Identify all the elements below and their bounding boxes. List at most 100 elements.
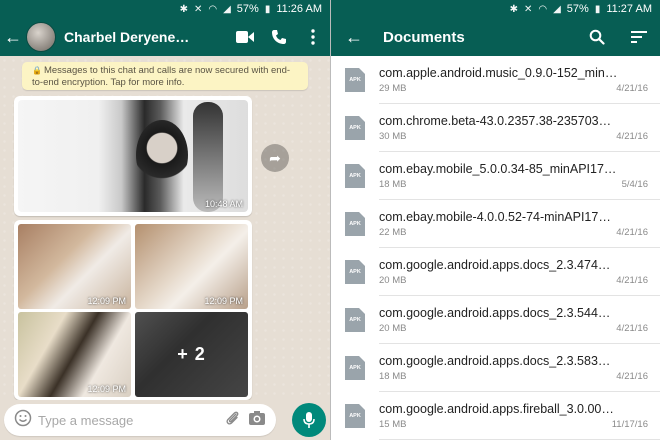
contact-avatar[interactable] — [26, 22, 56, 52]
message-time: 12:09 PM — [87, 296, 126, 306]
file-type-label: APK — [349, 221, 361, 227]
apk-file-icon: APK — [345, 212, 365, 236]
apk-file-icon: APK — [345, 356, 365, 380]
document-size: 18 MB — [379, 178, 407, 190]
album-more-photos[interactable]: + 2 — [135, 312, 248, 397]
battery-icon: ▮ — [264, 3, 271, 15]
forward-icon[interactable]: ➦ — [261, 144, 289, 172]
more-photos-count: + 2 — [135, 312, 248, 397]
contact-name[interactable]: Charbel Deryene… — [64, 29, 228, 45]
document-info: com.google.android.apps.docs_2.3.544… 20 … — [379, 296, 660, 344]
document-name: com.google.android.apps.fireball_3.0.00… — [379, 401, 614, 416]
album-photo[interactable]: 12:09 PM — [18, 224, 131, 309]
document-info: com.ebay.mobile_5.0.0.34-85_minAPI17… 18 … — [379, 152, 660, 200]
chat-screen: ✱ ✕ ◠ ◢ 57% ▮ 11:26 AM ← Charbel Deryene… — [0, 0, 330, 440]
search-icon[interactable] — [576, 18, 618, 56]
attach-icon[interactable] — [224, 409, 242, 432]
file-type-label: APK — [349, 125, 361, 131]
document-meta: 18 MB 4/21/16 — [379, 371, 648, 382]
album-photo[interactable]: 12:09 PM — [18, 312, 131, 397]
emoji-icon[interactable] — [14, 409, 32, 432]
document-meta: 20 MB 4/21/16 — [379, 323, 648, 334]
file-type-label: APK — [349, 269, 361, 275]
bluetooth-icon: ✱ — [179, 3, 188, 15]
document-size: 18 MB — [379, 370, 407, 382]
lock-icon: 🔒 — [32, 66, 42, 75]
document-date: 11/17/16 — [611, 418, 648, 430]
sort-icon[interactable] — [618, 18, 660, 56]
bluetooth-icon: ✱ — [509, 3, 518, 15]
document-list: APK com.apple.android.music_0.9.0-152_min… — [331, 56, 660, 440]
file-type-label: APK — [349, 413, 361, 419]
document-name: com.google.android.apps.docs_2.3.474… — [379, 257, 611, 272]
documents-screen: ✱ ✕ ◠ ◢ 57% ▮ 11:27 AM ← Documents APK co… — [331, 0, 660, 440]
message-input[interactable] — [38, 412, 218, 428]
phone-call-icon[interactable] — [262, 18, 296, 56]
document-info: com.apple.android.music_0.9.0-152_min… 29… — [379, 56, 660, 104]
wifi-icon: ◠ — [208, 3, 218, 15]
document-size: 20 MB — [379, 274, 407, 286]
document-size: 22 MB — [379, 226, 407, 238]
wifi-icon: ◠ — [538, 3, 548, 15]
photo-detail — [193, 102, 223, 212]
chat-messages[interactable]: 🔒 Messages to this chat and calls are now… — [0, 56, 330, 400]
document-row[interactable]: APK com.ebay.mobile-4.0.0.52-74-minAPI17…… — [331, 200, 660, 248]
document-meta: 29 MB 4/21/16 — [379, 83, 648, 94]
back-arrow-icon[interactable]: ← — [0, 27, 26, 48]
documents-header: ← Documents — [331, 18, 660, 56]
document-meta: 18 MB 5/4/16 — [379, 179, 648, 190]
microphone-button[interactable] — [292, 403, 326, 437]
encryption-notice-text: Messages to this chat and calls are now … — [32, 65, 291, 88]
apk-file-icon: APK — [345, 404, 365, 428]
battery-level: 57% — [566, 3, 589, 15]
back-arrow-icon[interactable]: ← — [331, 27, 377, 48]
more-options-icon[interactable] — [296, 18, 330, 56]
status-bar: ✱ ✕ ◠ ◢ 57% ▮ 11:27 AM — [331, 0, 660, 18]
status-bar: ✱ ✕ ◠ ◢ 57% ▮ 11:26 AM — [0, 0, 330, 18]
document-row[interactable]: APK com.ebay.mobile_5.0.0.34-85_minAPI17…… — [331, 152, 660, 200]
album-photo[interactable]: 12:09 PM — [135, 224, 248, 309]
apk-file-icon: APK — [345, 164, 365, 188]
document-meta: 15 MB 11/17/16 — [379, 419, 648, 430]
document-name: com.google.android.apps.docs_2.3.544… — [379, 305, 611, 320]
document-date: 4/21/16 — [616, 274, 648, 286]
document-meta: 30 MB 4/21/16 — [379, 131, 648, 142]
message-input-bar — [0, 400, 330, 440]
image-message[interactable]: 10:48 AM — [14, 96, 252, 216]
message-input-container — [4, 404, 276, 436]
document-info: com.chrome.beta-43.0.2357.38-235703… 30 M… — [379, 104, 660, 152]
video-call-icon[interactable] — [228, 18, 262, 56]
camera-icon[interactable] — [248, 410, 266, 431]
album-message[interactable]: 12:09 PM 12:09 PM 12:09 PM + 2 — [14, 220, 252, 400]
status-time: 11:26 AM — [276, 3, 322, 15]
battery-icon: ▮ — [594, 3, 601, 15]
status-time: 11:27 AM — [606, 3, 652, 15]
document-name: com.apple.android.music_0.9.0-152_min… — [379, 65, 618, 80]
document-row[interactable]: APK com.google.android.apps.docs_2.3.583…… — [331, 344, 660, 392]
document-info: com.google.android.apps.docs_2.3.583… 18 … — [379, 344, 660, 392]
document-row[interactable]: APK com.chrome.beta-43.0.2357.38-235703… 3… — [331, 104, 660, 152]
document-date: 4/21/16 — [616, 130, 648, 142]
document-name: com.google.android.apps.docs_2.3.583… — [379, 353, 611, 368]
document-info: com.google.android.apps.docs_2.3.474… 20 … — [379, 248, 660, 296]
document-row[interactable]: APK com.apple.android.music_0.9.0-152_min… — [331, 56, 660, 104]
document-row[interactable]: APK com.google.android.apps.docs_2.3.474…… — [331, 248, 660, 296]
apk-file-icon: APK — [345, 260, 365, 284]
signal-icon: ◢ — [553, 3, 561, 15]
file-type-label: APK — [349, 365, 361, 371]
microphone-icon — [303, 412, 315, 428]
document-size: 15 MB — [379, 418, 407, 430]
mute-icon: ✕ — [523, 3, 533, 15]
message-time: 10:48 AM — [204, 199, 243, 209]
signal-icon: ◢ — [223, 3, 231, 15]
document-name: com.chrome.beta-43.0.2357.38-235703… — [379, 113, 612, 128]
document-size: 30 MB — [379, 130, 407, 142]
document-name: com.ebay.mobile-4.0.0.52-74-minAPI17… — [379, 209, 611, 224]
document-date: 4/21/16 — [616, 226, 648, 238]
document-row[interactable]: APK com.google.android.apps.fireball_3.0.… — [331, 392, 660, 440]
encryption-notice[interactable]: 🔒 Messages to this chat and calls are now… — [22, 62, 308, 90]
document-row[interactable]: APK com.google.android.apps.docs_2.3.544…… — [331, 296, 660, 344]
message-photo[interactable]: 10:48 AM — [18, 100, 248, 212]
mute-icon: ✕ — [193, 3, 203, 15]
document-date: 4/21/16 — [616, 370, 648, 382]
